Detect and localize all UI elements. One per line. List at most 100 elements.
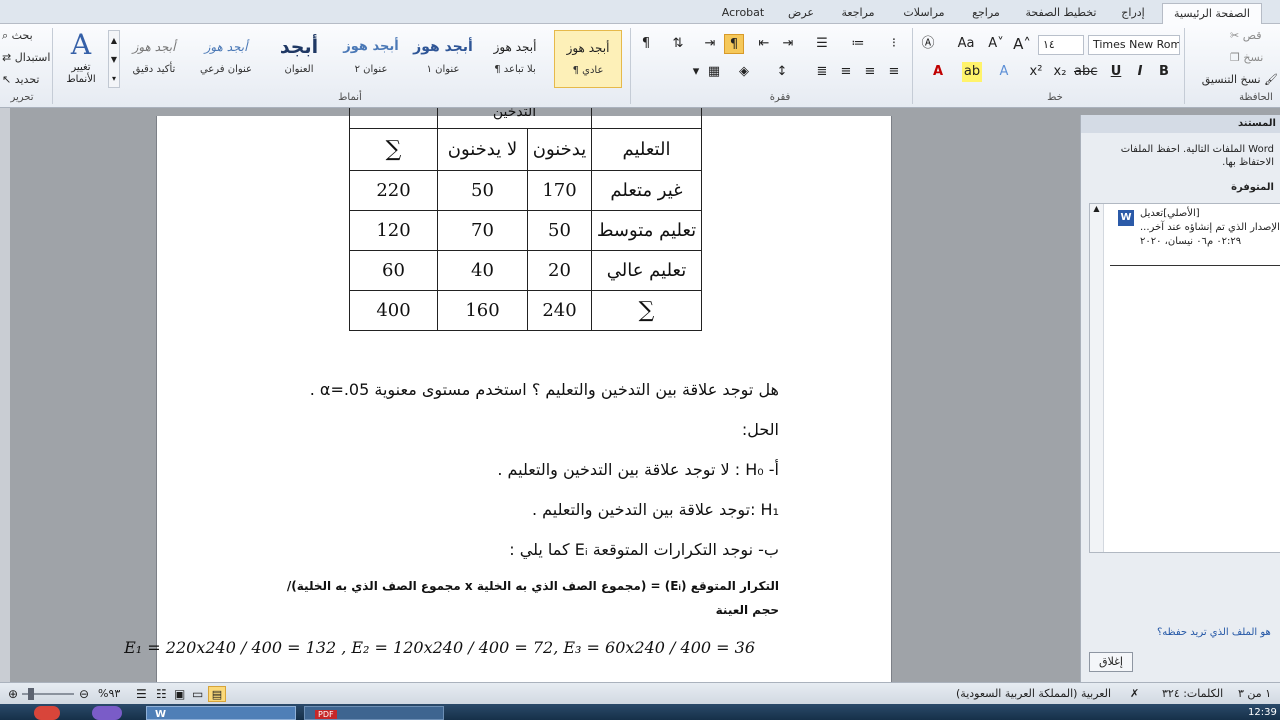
print-layout-icon[interactable]: ▤	[208, 686, 226, 702]
cut-button[interactable]: ✂ قص	[1230, 26, 1278, 46]
tab-review[interactable]: مراجعة	[832, 3, 884, 24]
paintbrush-icon: 🖌	[1260, 73, 1278, 86]
draft-view-icon[interactable]: ☰	[136, 686, 147, 702]
reading-view-icon[interactable]: ▭	[192, 686, 203, 702]
pdf-taskbar-button[interactable]: PDF	[304, 706, 444, 720]
list-scrollbar[interactable]: ▲	[1090, 204, 1104, 552]
outline-view-icon[interactable]: ☷	[156, 686, 167, 702]
grow-font-icon[interactable]: A˄	[1012, 34, 1032, 54]
numbering-icon[interactable]: ≔	[848, 34, 868, 54]
zoom-in-icon[interactable]: ⊕	[6, 686, 20, 702]
table-row: ∑ 240 160 400	[349, 289, 702, 331]
language-indicator[interactable]: العربية (المملكة العربية السعودية)	[956, 686, 1111, 702]
taskbar-clock: 12:39	[1248, 707, 1277, 718]
tab-home[interactable]: الصفحة الرئيسية	[1162, 3, 1262, 25]
text-direction-icon[interactable]: Ⓐ	[918, 34, 938, 54]
chrome-icon[interactable]	[34, 706, 60, 720]
proofing-icon[interactable]: ✗	[1130, 686, 1139, 702]
pane-title: المستند	[1081, 115, 1280, 133]
style-heading-1[interactable]: أبجد هوز عنوان ١	[410, 30, 476, 88]
replace-button[interactable]: ⇄ استبدال	[2, 48, 50, 68]
copy-button[interactable]: ❐ نسخ	[1230, 48, 1278, 68]
rtl-direction-icon[interactable]: ¶	[724, 34, 744, 54]
style-title[interactable]: أبجد العنوان	[266, 30, 332, 88]
zoom-slider-thumb[interactable]	[28, 688, 34, 700]
word-taskbar-button[interactable]: W	[146, 706, 296, 720]
styles-gallery-scroll[interactable]: ▲ ▼ ▾	[108, 30, 120, 88]
shrink-font-icon[interactable]: A˅	[986, 34, 1006, 54]
tab-insert[interactable]: إدراج	[1112, 3, 1154, 24]
row-label: غير متعلم	[591, 169, 702, 211]
ltr-direction-icon[interactable]: ⇥	[700, 34, 720, 54]
group-separator	[912, 28, 913, 104]
multilevel-list-icon[interactable]: ☰	[812, 34, 832, 54]
strikethrough-icon[interactable]: abc	[1074, 62, 1097, 82]
underline-icon[interactable]: U	[1106, 62, 1126, 82]
file-timestamp: ٠٢:٢٩ م٠٦ نيسان، ٢٠٢٠	[1140, 236, 1242, 247]
style-heading-2[interactable]: أبجد هوز عنوان ٢	[338, 30, 404, 88]
change-styles-button[interactable]: A تغيير الأنماط	[56, 28, 106, 90]
which-file-link[interactable]: هو الملف الذي تريد حفظه؟	[1157, 627, 1271, 638]
decrease-indent-icon[interactable]: ⇤	[754, 34, 774, 54]
pilcrow-icon[interactable]: ¶	[636, 34, 656, 54]
align-left-icon[interactable]: ≡	[884, 62, 904, 82]
tab-acrobat[interactable]: Acrobat	[720, 3, 766, 24]
find-button[interactable]: ⌕ بحث	[2, 26, 46, 46]
style-no-spacing[interactable]: أبجد هوز ¶ بلا تباعد	[482, 30, 548, 88]
justify-icon[interactable]: ≣	[812, 62, 832, 82]
line-spacing-icon[interactable]: ↕	[772, 62, 792, 82]
page-number[interactable]: ١ من ٣	[1238, 686, 1271, 702]
table-header-education: التعليم	[591, 127, 702, 171]
tab-page-layout[interactable]: تخطيط الصفحة	[1020, 3, 1102, 24]
highlight-icon[interactable]: ab	[962, 62, 982, 82]
style-subtle-emphasis[interactable]: أبجد هوز تأكيد دقيق	[124, 30, 184, 88]
styles-group-label: أنماط	[338, 92, 362, 103]
group-separator	[52, 28, 53, 104]
word-count[interactable]: الكلمات: ٣٢٤	[1162, 686, 1223, 702]
table-cell	[349, 108, 438, 129]
document-recovery-pane: المستند Word الملفات التالية. احفظ الملف…	[1080, 115, 1280, 682]
zoom-level[interactable]: %٩٣	[98, 686, 120, 702]
table-header-smokers: يدخنون	[527, 127, 592, 171]
clipboard-group-label: الحافظة	[1239, 92, 1273, 103]
style-normal[interactable]: أبجد هوز ¶ عادي	[554, 30, 622, 88]
shading-icon[interactable]: ◈	[734, 62, 754, 82]
table-header-nonsmokers: لا يدخنون	[437, 127, 528, 171]
close-pane-button[interactable]: إغلاق	[1089, 652, 1133, 672]
change-case-icon[interactable]: Aa	[956, 34, 976, 54]
pdf-icon: PDF	[315, 710, 337, 719]
tab-view[interactable]: عرض	[778, 3, 824, 24]
cell-sum: 120	[349, 209, 438, 251]
select-button[interactable]: ↖ تحديد	[2, 70, 46, 90]
font-color-icon[interactable]: A	[928, 62, 948, 82]
align-right-icon[interactable]: ≡	[836, 62, 856, 82]
borders-icon[interactable]: ▦	[704, 62, 724, 82]
font-size-combo[interactable]: ١٤	[1038, 35, 1084, 55]
format-painter-button[interactable]: نسخ التنسيق 🖌	[1188, 70, 1278, 90]
windows-taskbar: W PDF 12:39	[0, 704, 1280, 720]
superscript-icon[interactable]: x²	[1026, 62, 1046, 82]
word-icon: W	[155, 709, 167, 720]
bullets-icon[interactable]: ⁝	[884, 34, 904, 54]
tab-references[interactable]: مراجع	[962, 3, 1010, 24]
document-page[interactable]: التدخين التعليم يدخنون لا يدخنون ∑ غير م…	[124, 108, 892, 682]
style-subtitle[interactable]: أبجد هوز عنوان فرعي	[192, 30, 260, 88]
binoculars-icon: ⌕	[2, 29, 12, 42]
web-layout-icon[interactable]: ▣	[174, 686, 185, 702]
group-separator	[1184, 28, 1185, 104]
tab-mailings[interactable]: مراسلات	[896, 3, 952, 24]
font-name-combo[interactable]: Times New Roma	[1088, 35, 1180, 55]
table-header-sum: ∑	[349, 127, 438, 171]
sort-icon[interactable]: ⇅	[668, 34, 688, 54]
cell-smokers: 170	[527, 169, 592, 211]
viber-icon[interactable]	[92, 706, 122, 720]
zoom-out-icon[interactable]: ⊖	[76, 686, 92, 702]
recovered-file-item[interactable]: W [الأصلي]تعديل الإصدار الذي تم إنشاؤه ع…	[1110, 206, 1280, 266]
center-icon[interactable]: ≡	[860, 62, 880, 82]
bold-icon[interactable]: B	[1154, 62, 1174, 82]
dropdown-icon[interactable]: ▾	[686, 62, 706, 82]
italic-icon[interactable]: I	[1130, 62, 1150, 82]
increase-indent-icon[interactable]: ⇥	[778, 34, 798, 54]
subscript-icon[interactable]: x₂	[1050, 62, 1070, 82]
text-effects-icon[interactable]: A	[994, 62, 1014, 82]
